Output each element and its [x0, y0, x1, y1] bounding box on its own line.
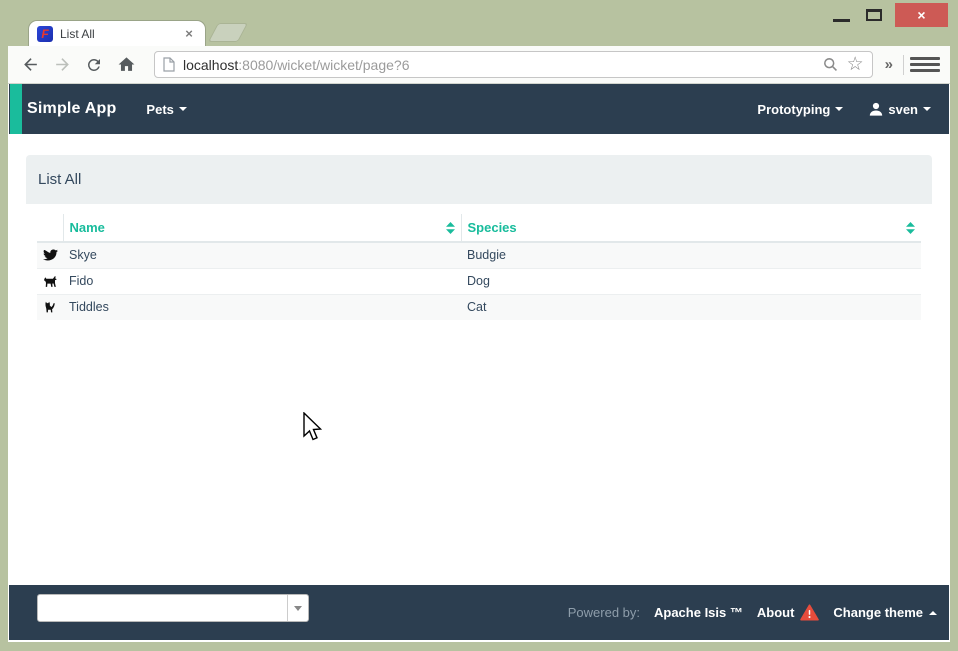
maximize-button[interactable] — [866, 9, 882, 21]
panel-title: List All — [26, 155, 932, 204]
combobox-dropdown-button[interactable] — [287, 595, 308, 621]
pet-species: Cat — [461, 294, 921, 320]
column-header-name[interactable]: Name — [63, 214, 461, 242]
icon-column-header — [37, 214, 63, 242]
combobox-value — [38, 595, 287, 621]
powered-by-label: Powered by: — [568, 605, 640, 620]
tab-close-icon[interactable]: × — [181, 26, 197, 41]
user-icon — [869, 102, 883, 116]
window-edge — [8, 640, 950, 642]
close-window-icon: × — [917, 8, 925, 22]
apache-isis-link[interactable]: Apache Isis ™ — [654, 605, 743, 620]
change-theme-link[interactable]: Change theme — [833, 605, 937, 620]
caret-down-icon — [179, 107, 187, 111]
app-footer: Powered by: Apache Isis ™ About Change t… — [8, 585, 950, 640]
pet-name-link[interactable]: Fido — [69, 274, 93, 288]
browser-toolbar: localhost:8080/wicket/wicket/page?6 ☆ » — [8, 46, 950, 84]
tab-title: List All — [60, 27, 181, 41]
pet-name-link[interactable]: Tiddles — [69, 300, 109, 314]
dog-icon — [43, 274, 58, 288]
pet-species: Budgie — [461, 242, 921, 268]
menu-hamburger-icon[interactable] — [910, 53, 940, 77]
caret-down-icon — [923, 107, 931, 111]
back-button[interactable] — [16, 51, 44, 79]
menu-user[interactable]: sven — [869, 102, 931, 117]
sort-icon[interactable] — [906, 222, 915, 234]
favicon-icon: F — [37, 26, 53, 42]
pet-species: Dog — [461, 268, 921, 294]
table-row[interactable]: Fido Dog — [37, 268, 921, 294]
cat-icon — [43, 300, 57, 314]
caret-down-icon — [294, 606, 302, 611]
desktop: F List All × × localhost:8080/wicket/wic… — [0, 0, 958, 651]
minimize-button[interactable] — [833, 19, 850, 22]
menu-pets[interactable]: Pets — [146, 102, 186, 117]
app-brand[interactable]: Simple App — [27, 100, 116, 118]
close-window-button[interactable]: × — [895, 3, 948, 27]
url-text: localhost:8080/wicket/wicket/page?6 — [183, 57, 822, 73]
new-tab-button[interactable] — [208, 23, 248, 42]
forward-button[interactable] — [48, 51, 76, 79]
twitter-bird-icon — [43, 249, 58, 262]
menu-prototyping[interactable]: Prototyping — [757, 102, 843, 117]
theme-ribbon — [10, 84, 22, 140]
address-bar[interactable]: localhost:8080/wicket/wicket/page?6 ☆ — [154, 51, 873, 78]
warning-icon — [800, 604, 819, 621]
list-panel: List All Name Species — [26, 155, 932, 320]
table-row[interactable]: Skye Budgie — [37, 242, 921, 268]
about-link[interactable]: About — [757, 604, 820, 621]
toolbar-separator — [903, 55, 904, 75]
sort-icon[interactable] — [446, 222, 455, 234]
table-row[interactable]: Tiddles Cat — [37, 294, 921, 320]
caret-down-icon — [835, 107, 843, 111]
pets-table: Name Species Skye — [37, 214, 921, 320]
theme-combobox[interactable] — [37, 594, 309, 622]
extensions-overflow-icon[interactable]: » — [881, 56, 897, 73]
page-content: List All Name Species — [8, 134, 950, 585]
reload-button[interactable] — [80, 51, 108, 79]
column-header-species[interactable]: Species — [461, 214, 921, 242]
caret-up-icon — [929, 611, 937, 615]
app-navbar: Simple App Pets Prototyping sven — [8, 84, 950, 134]
home-button[interactable] — [112, 51, 140, 79]
bookmark-star-icon[interactable]: ☆ — [847, 55, 864, 74]
zoom-search-icon[interactable] — [822, 56, 839, 73]
page-icon — [163, 57, 175, 72]
pet-name-link[interactable]: Skye — [69, 248, 97, 262]
browser-tab[interactable]: F List All × — [28, 20, 206, 46]
